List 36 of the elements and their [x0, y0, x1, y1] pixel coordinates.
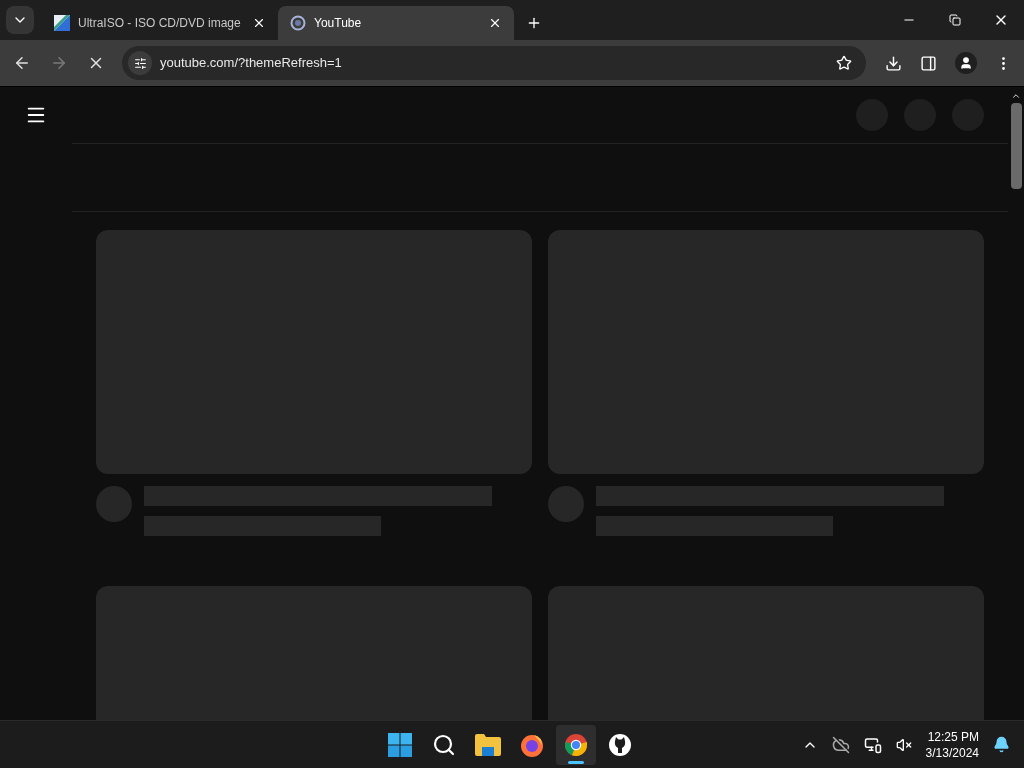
clock-date[interactable]: 3/13/2024 [925, 744, 979, 761]
browser-tab[interactable]: YouTube [278, 6, 514, 40]
notification-bell-icon[interactable] [993, 736, 1010, 753]
avatar-placeholder [548, 486, 584, 522]
fox-globe-icon [520, 732, 544, 757]
taskbar-app[interactable] [556, 724, 596, 765]
close-icon[interactable] [488, 16, 502, 30]
windows-logo-icon [388, 732, 412, 757]
restore-icon[interactable] [949, 14, 961, 26]
network-icon[interactable] [863, 735, 882, 754]
loading-spinner-icon [290, 15, 306, 31]
address-bar[interactable]: youtube.com/?themeRefresh=1 [122, 46, 866, 80]
tab-title: YouTube [314, 15, 363, 32]
cat-silhouette-icon [608, 732, 632, 757]
profile-icon[interactable] [955, 52, 977, 74]
side-panel-icon[interactable] [920, 54, 937, 72]
cloud-off-icon[interactable] [831, 735, 850, 754]
tab-list-button[interactable] [6, 6, 34, 34]
close-icon[interactable] [252, 16, 266, 30]
scroll-up-icon[interactable] [1011, 91, 1021, 101]
url-text: youtube.com/?themeRefresh=1 [160, 54, 343, 73]
chrome-logo-icon [564, 732, 588, 757]
scrollbar-thumb[interactable] [1010, 103, 1022, 189]
avatar-placeholder [96, 486, 132, 522]
back-icon[interactable] [13, 54, 31, 72]
browser-tab[interactable]: UltraISO - ISO CD/DVD image [42, 6, 278, 40]
new-tab-icon[interactable] [526, 15, 542, 31]
clock-time[interactable]: 12:25 PM [927, 728, 979, 745]
mute-icon[interactable] [895, 736, 912, 753]
folder-icon [475, 733, 501, 756]
bookmark-star-icon[interactable] [836, 55, 852, 71]
site-settings-icon[interactable] [133, 56, 147, 70]
search-icon [432, 732, 456, 757]
tab-title: UltraISO - ISO CD/DVD image [78, 15, 242, 32]
disc-image-icon [54, 15, 70, 31]
download-icon[interactable] [885, 54, 902, 72]
